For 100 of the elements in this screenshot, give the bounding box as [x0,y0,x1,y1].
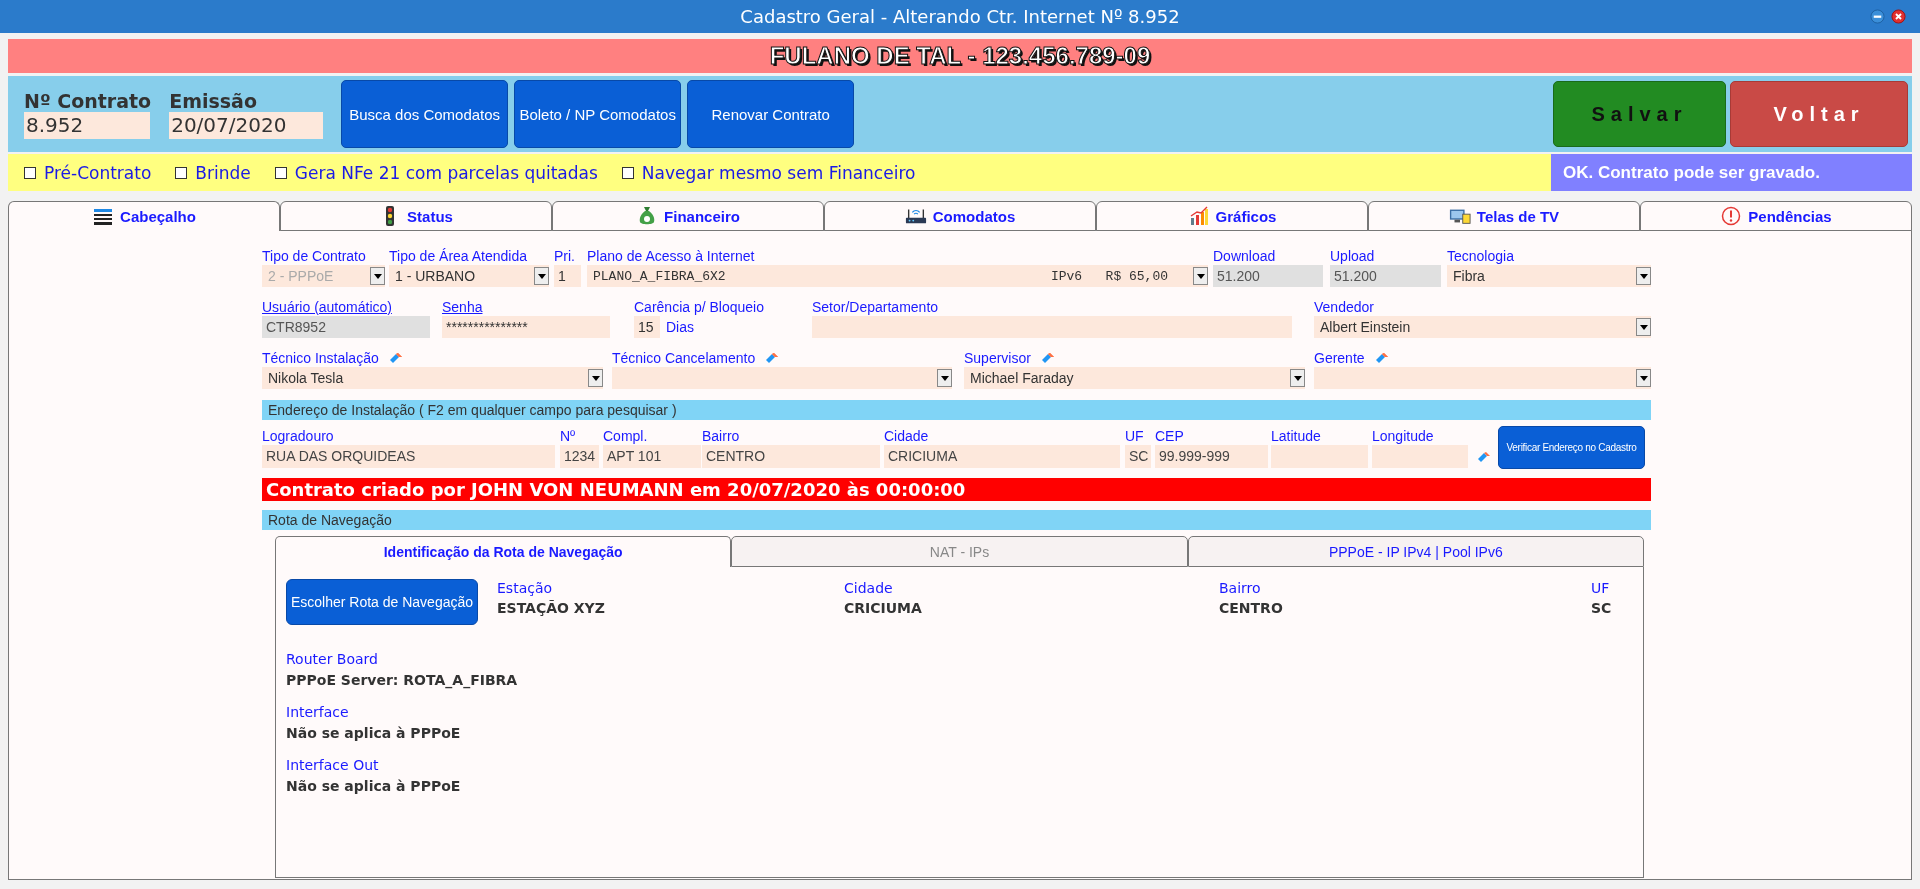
tab[interactable]: Financeiro [552,201,824,231]
input-field[interactable]: 99.999-999 [1155,445,1268,468]
field-value: ESTAÇÃO XYZ [497,600,606,616]
status-message: OK. Contrato pode ser gravado. [1551,154,1912,191]
tab[interactable]: Cabeçalho [8,201,280,231]
field-value: PPPoE Server: ROTA_A_FIBRA [286,672,518,688]
dropdown[interactable]: Nikola Tesla [262,367,603,389]
eraser-icon[interactable] [1040,353,1055,363]
field-value: SC [1591,600,1613,616]
input-field[interactable] [1372,445,1468,468]
checkbox[interactable] [274,166,287,179]
field-label: Pri. [554,248,575,264]
input-field[interactable]: APT 101 [603,445,701,468]
input-field[interactable]: CENTRO [702,445,880,468]
field-label: Tipo de Área Atendida [389,248,528,264]
field-label: UF [1591,580,1611,596]
checkbox-label[interactable]: Pré-Contrato [44,162,152,183]
field-label: Bairro [702,428,740,444]
input-field[interactable]: SC [1125,445,1151,468]
section-header: Endereço de Instalação ( F2 em qualquer campo para pesquisar ) [262,400,1651,420]
list-icon [92,206,115,227]
alert-icon [1720,206,1743,226]
field-link[interactable]: Senha [442,299,483,315]
field-label: Tecnologia [1447,248,1514,264]
customer-banner: FULANO DE TAL - 123.456.789-09 [8,39,1912,73]
input-field[interactable]: CTR8952 [262,316,430,338]
input-field[interactable]: 51.200 [1330,265,1441,287]
field-label: Router Board [286,651,378,667]
contract-number-field[interactable]: 8.952 [24,111,150,139]
field-label: Longitude [1372,428,1434,444]
tab[interactable]: Gráficos [1096,201,1368,231]
field-link[interactable]: Usuário (automático) [262,299,392,315]
tab[interactable]: PPPoE - IP IPv4 | Pool IPv6 [1187,536,1644,567]
tab[interactable]: Identificação da Rota de Navegação [275,536,732,567]
issue-date-field[interactable]: 20/07/2020 [169,111,324,139]
field-label: Cidade [844,580,894,596]
field-label: CEP [1155,428,1184,444]
tab[interactable]: Comodatos [824,201,1096,231]
field-label: Plano de Acesso à Internet [587,248,755,264]
checkbox-label[interactable]: Gera NFe 21 com parcelas quitadas [294,162,598,183]
input-field[interactable]: RUA DAS ORQUIDEAS [262,445,555,468]
field-label: Carência p/ Bloqueio [634,299,764,315]
input-field[interactable] [812,316,1292,338]
close-icon[interactable] [1891,9,1906,24]
save-button[interactable]: Salvar [1553,81,1726,147]
back-button[interactable]: Voltar [1730,81,1908,147]
eraser-icon[interactable] [765,353,780,363]
verify-address-button[interactable]: Verificar Endereço no Cadastro [1498,426,1645,469]
dropdown[interactable]: Fibra [1447,265,1651,287]
dropdown[interactable]: 1 - URBANO [389,265,549,287]
field-label: Latitude [1271,428,1321,444]
input-field[interactable]: 51.200 [1213,265,1323,287]
field-label: Tipo de Contrato [262,248,366,264]
input-field[interactable]: *************** [442,316,610,338]
dropdown[interactable]: Albert Einstein [1314,316,1651,338]
input-field[interactable] [1271,445,1368,468]
eraser-icon[interactable] [1374,353,1389,363]
field-label: Nº [560,428,576,444]
checkbox-label[interactable]: Navegar mesmo sem Financeiro [641,162,916,183]
dropdown[interactable]: Michael Faraday [964,367,1305,389]
field-value: CRICIUMA [844,600,923,616]
checkbox[interactable] [175,166,188,179]
field-label: Vendedor [1314,299,1374,315]
window-title: Cadastro Geral - Alterando Ctr. Internet Nº 8.952 [740,6,1180,27]
dropdown[interactable]: PLANO_A_FIBRA_6X2 IPv6 R$ 65,00 [587,265,1208,287]
field-label: Cidade [884,428,929,444]
field-label: Interface Out [286,757,379,773]
choose-route-button[interactable]: Escolher Rota de Navegação [286,579,478,625]
field-label: Compl. [603,428,648,444]
tab[interactable]: Telas de TV [1368,201,1640,231]
minimize-icon[interactable] [1870,9,1885,24]
checkbox[interactable] [24,166,36,179]
field-label: Técnico Instalação [262,350,379,366]
tab[interactable]: Status [280,201,552,231]
contract-label: Nº Contrato [24,89,152,112]
tab[interactable]: Pendências [1640,201,1912,231]
field-label: Setor/Departamento [812,299,939,315]
field-value: CENTRO [1219,600,1284,616]
input-field[interactable]: 1 [554,265,581,287]
field-label: Técnico Cancelamento [612,350,756,366]
field-label: Estação [497,580,554,596]
input-field[interactable]: CRICIUMA [884,445,1120,468]
field-label: Download [1213,248,1276,264]
action-button[interactable]: Busca dos Comodatos [341,80,509,148]
checkbox-label[interactable]: Brinde [195,162,251,183]
field-label: Interface [286,704,349,720]
input-field[interactable]: 1234 [560,445,599,468]
field-label: UF [1125,428,1144,444]
field-label: Gerente [1314,350,1365,366]
field-label: Bairro [1219,580,1262,596]
checkbox[interactable] [621,166,634,179]
action-button[interactable]: Renovar Contrato [687,80,855,148]
action-button[interactable]: Boleto / NP Comodatos [514,80,682,148]
field-suffix: Dias [666,319,694,335]
eraser-icon[interactable] [388,353,403,363]
field-label: Logradouro [262,428,334,444]
eraser-icon[interactable] [1477,452,1491,462]
issue-date-label: Emissão [169,89,258,112]
field-value: Não se aplica à PPPoE [286,725,461,741]
input-field[interactable]: 15 [634,316,660,338]
